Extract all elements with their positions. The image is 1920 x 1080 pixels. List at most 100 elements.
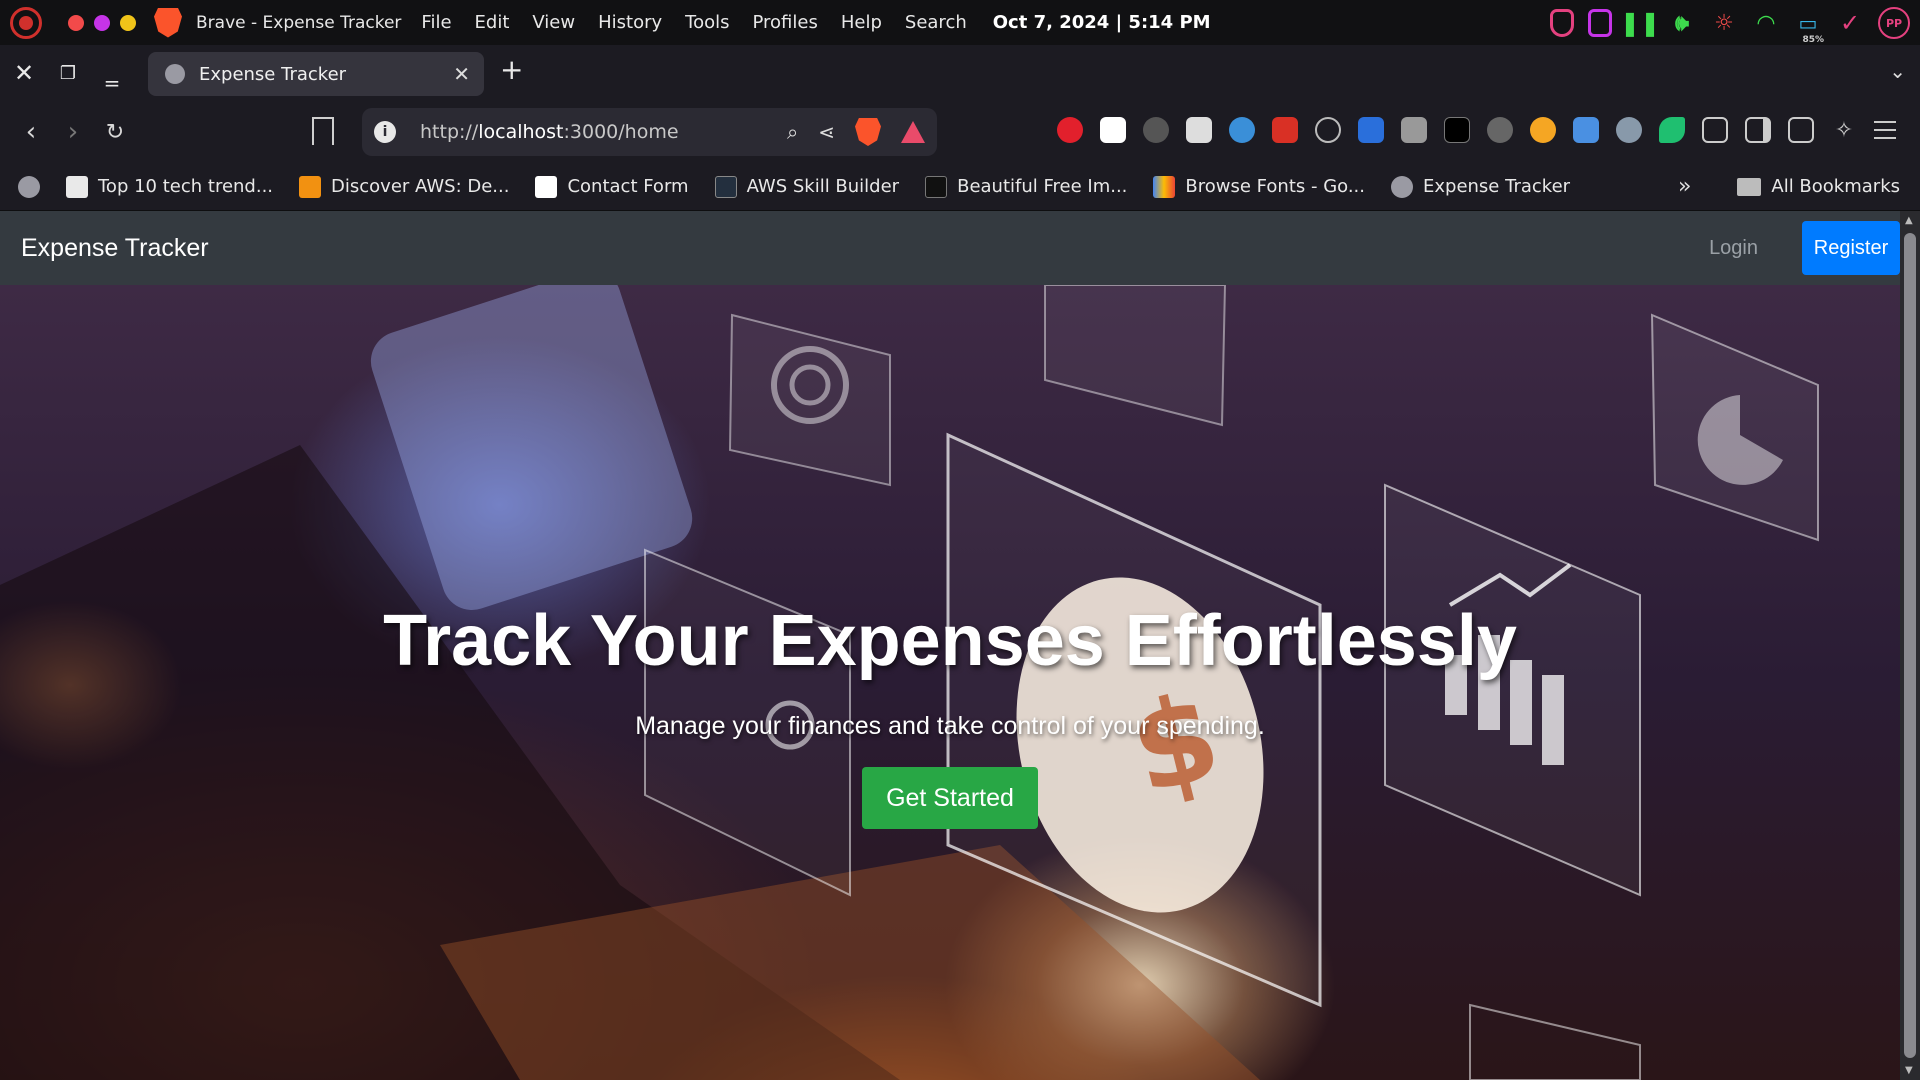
- hero-title: Track Your Expenses Effortlessly: [383, 601, 1517, 681]
- bookmark-label: Browse Fonts - Go...: [1185, 176, 1365, 197]
- extension-book-icon[interactable]: [1272, 117, 1298, 143]
- chevron-down-icon[interactable]: ⌄: [1889, 59, 1906, 83]
- extension-alarm-icon[interactable]: [1315, 117, 1341, 143]
- leo-ai-icon[interactable]: ✧: [1831, 117, 1857, 143]
- hero-subtitle: Manage your finances and take control of…: [635, 712, 1265, 740]
- get-started-button[interactable]: Get Started: [862, 767, 1038, 829]
- extension-openai-icon[interactable]: [1444, 117, 1470, 143]
- window-title: Brave - Expense Tracker: [196, 12, 402, 33]
- address-bar[interactable]: i http://localhost:3000/home ⌕ ⋖: [362, 108, 937, 156]
- brave-rewards-icon[interactable]: [901, 121, 925, 143]
- extension-eye-icon[interactable]: [1659, 117, 1685, 143]
- brightness-icon[interactable]: ☼: [1710, 9, 1738, 37]
- bookmark-item[interactable]: Expense Tracker: [1391, 175, 1570, 198]
- bookmark-item[interactable]: Discover AWS: De...: [299, 175, 510, 198]
- battery-icon[interactable]: ▭ 85%: [1794, 9, 1824, 45]
- tab-strip: ✕ ❐ ‗ Expense Tracker ✕ + ⌄: [0, 45, 1920, 101]
- scroll-up-icon[interactable]: ▲: [1905, 215, 1913, 226]
- close-dot[interactable]: [68, 14, 84, 31]
- form-icon: [535, 175, 558, 198]
- extension-clipboard-icon[interactable]: [1186, 117, 1212, 143]
- url-text[interactable]: http://localhost:3000/home: [420, 121, 679, 143]
- os-launcher-icon[interactable]: [10, 6, 42, 39]
- menu-search[interactable]: Search: [905, 12, 967, 33]
- tab-close-icon[interactable]: ✕: [453, 62, 470, 86]
- extension-blue-icon[interactable]: [1358, 117, 1384, 143]
- extension-globe-icon[interactable]: [1229, 117, 1255, 143]
- battery-percent: 85%: [1802, 35, 1824, 45]
- minimize-dot[interactable]: [120, 14, 136, 31]
- restore-window-icon[interactable]: ❐: [46, 51, 90, 95]
- extensions-puzzle-icon[interactable]: [1702, 117, 1728, 143]
- menu-edit[interactable]: Edit: [475, 12, 510, 33]
- forward-icon[interactable]: ›: [52, 111, 94, 153]
- volume-icon[interactable]: 🕪: [1668, 9, 1696, 37]
- bookmark-home[interactable]: [18, 175, 40, 198]
- bookmark-item[interactable]: Beautiful Free Im...: [925, 175, 1128, 198]
- extension-spy-icon[interactable]: [1143, 117, 1169, 143]
- register-button[interactable]: Register: [1802, 221, 1900, 275]
- bookmark-label: Top 10 tech trend...: [98, 176, 274, 197]
- menu-help[interactable]: Help: [841, 12, 882, 33]
- page-scrollbar[interactable]: ▲ ▼: [1900, 211, 1920, 1080]
- share-icon[interactable]: ⋖: [818, 120, 835, 144]
- back-icon[interactable]: ‹: [10, 111, 52, 153]
- app-menu: File Edit View History Tools Profiles He…: [421, 12, 966, 33]
- login-link[interactable]: Login: [1709, 237, 1758, 260]
- maximize-dot[interactable]: [94, 14, 110, 31]
- aws-icon: [714, 175, 737, 198]
- zoom-icon[interactable]: ⌕: [787, 120, 798, 144]
- sidebar-toggle-icon[interactable]: [1745, 117, 1771, 143]
- calendar-icon[interactable]: [1588, 9, 1612, 37]
- extension-grid-icon[interactable]: [1401, 117, 1427, 143]
- bookmarks-bar: Top 10 tech trend... Discover AWS: De...…: [0, 163, 1920, 211]
- site-brand[interactable]: Expense Tracker: [21, 234, 209, 263]
- hero-background-image: $: [0, 285, 1819, 1080]
- menu-profiles[interactable]: Profiles: [753, 12, 818, 33]
- site-info-icon[interactable]: i: [374, 121, 396, 143]
- clock[interactable]: Oct 7, 2024 | 5:14 PM: [993, 12, 1211, 33]
- bookmark-item[interactable]: Top 10 tech trend...: [66, 175, 274, 198]
- bookmark-label: Discover AWS: De...: [331, 176, 510, 197]
- bookmark-item[interactable]: Browse Fonts - Go...: [1153, 175, 1365, 198]
- tab-expense-tracker[interactable]: Expense Tracker ✕: [148, 52, 484, 96]
- bookmark-label: Contact Form: [567, 176, 689, 197]
- notification-check-icon[interactable]: ✓: [1836, 9, 1864, 37]
- all-bookmarks[interactable]: All Bookmarks: [1737, 176, 1900, 197]
- menu-tools[interactable]: Tools: [685, 12, 729, 33]
- globe-icon: [18, 175, 40, 198]
- extension-person-icon[interactable]: [1616, 117, 1642, 143]
- bookmark-label: AWS Skill Builder: [746, 176, 900, 197]
- extension-wave-icon[interactable]: [1573, 117, 1599, 143]
- bookmark-label: Beautiful Free Im...: [957, 176, 1128, 197]
- extension-web-icon[interactable]: [1487, 117, 1513, 143]
- pause-icon[interactable]: ❚❚: [1620, 9, 1660, 37]
- bookmark-item[interactable]: AWS Skill Builder: [714, 175, 900, 198]
- vpn-shield-icon[interactable]: [1550, 9, 1574, 37]
- minimize-window-icon[interactable]: ‗: [90, 51, 134, 95]
- scroll-thumb[interactable]: [1904, 233, 1916, 1058]
- bookmark-icon[interactable]: [312, 117, 334, 145]
- menu-history[interactable]: History: [598, 12, 662, 33]
- site-navbar: Expense Tracker Login Register: [0, 211, 1900, 285]
- bookmarks-overflow-icon[interactable]: »: [1678, 174, 1691, 199]
- all-bookmarks-label: All Bookmarks: [1771, 176, 1900, 197]
- close-window-icon[interactable]: ✕: [2, 51, 46, 95]
- extension-b-icon[interactable]: [1100, 117, 1126, 143]
- hamburger-menu-icon[interactable]: [1874, 121, 1896, 139]
- bookmark-item[interactable]: Contact Form: [535, 175, 689, 198]
- aws-cube-icon: [299, 175, 322, 198]
- system-tray: ❚❚ 🕪 ☼ ◠ ▭ 85% ✓ PP: [1550, 7, 1910, 45]
- menu-file[interactable]: File: [421, 12, 451, 33]
- scroll-down-icon[interactable]: ▼: [1905, 1065, 1913, 1076]
- brave-shields-icon[interactable]: [855, 118, 881, 146]
- wallet-icon[interactable]: [1788, 117, 1814, 143]
- wifi-icon[interactable]: ◠: [1752, 9, 1780, 37]
- new-tab-icon[interactable]: +: [500, 53, 523, 86]
- reload-icon[interactable]: ↻: [94, 111, 136, 153]
- user-avatar[interactable]: PP: [1878, 7, 1910, 39]
- extension-color-icon[interactable]: [1530, 117, 1556, 143]
- extension-wv-icon[interactable]: [1057, 117, 1083, 143]
- menu-view[interactable]: View: [532, 12, 575, 33]
- folder-icon: [1737, 177, 1762, 196]
